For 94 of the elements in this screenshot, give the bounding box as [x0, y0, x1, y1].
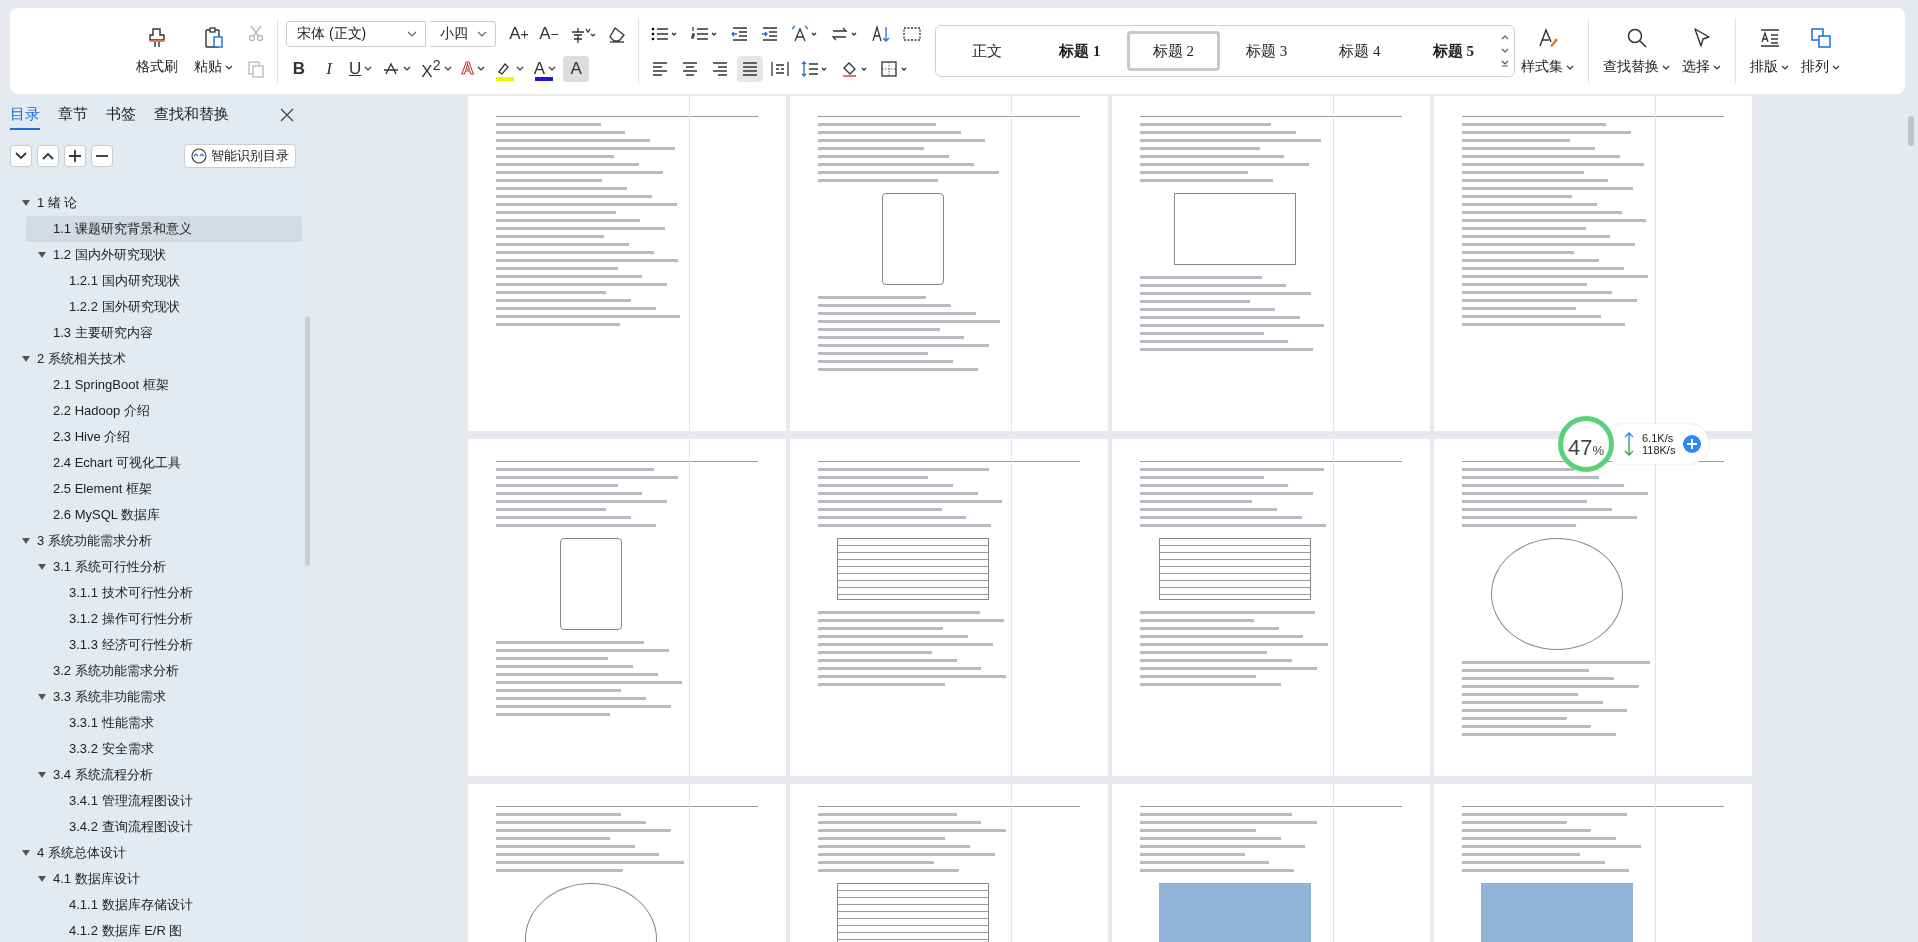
scrollbar-thumb[interactable] — [305, 316, 310, 566]
toc-item[interactable]: 2.4 Echart 可视化工具 — [0, 450, 302, 476]
sidebar-tab[interactable]: 查找和替换 — [154, 100, 229, 130]
sidebar-tab[interactable]: 书签 — [106, 100, 136, 130]
toc-item[interactable]: 4 系统总体设计 — [0, 840, 302, 866]
expand-triangle-icon[interactable] — [38, 252, 46, 258]
expand-triangle-icon[interactable] — [22, 538, 30, 544]
style-preset[interactable]: 标题 5 — [1406, 31, 1500, 71]
sidebar-tab[interactable]: 章节 — [58, 100, 88, 130]
caret-icon — [1781, 64, 1789, 70]
format-painter-button[interactable]: 格式刷 — [130, 22, 184, 80]
style-preset[interactable]: 标题 3 — [1220, 31, 1314, 71]
smart-recognize-icon — [191, 148, 207, 164]
toc-item[interactable]: 3.4 系统流程分析 — [0, 762, 302, 788]
toc-item[interactable]: 2.6 MySQL 数据库 — [0, 502, 302, 528]
toc-item[interactable]: 3.4.1 管理流程图设计 — [0, 788, 302, 814]
sidebar-tab[interactable]: 目录 — [10, 100, 40, 130]
toc-item[interactable]: 2.1 SpringBoot 框架 — [0, 372, 302, 398]
toc-item[interactable]: 1.2.2 国外研究现状 — [0, 294, 302, 320]
bold-button[interactable]: B — [286, 55, 312, 82]
expand-button[interactable] — [37, 145, 59, 167]
chevron-down-icon — [15, 152, 27, 160]
superscript-button[interactable]: X$^{2}$ — [418, 55, 455, 82]
collapse-button[interactable] — [10, 145, 32, 167]
expand-triangle-icon[interactable] — [38, 564, 46, 570]
expand-triangle-icon[interactable] — [22, 850, 30, 856]
underline-button[interactable]: U — [346, 55, 376, 82]
expand-triangle-icon[interactable] — [38, 772, 46, 778]
toc-item[interactable]: 3.1 系统可行性分析 — [0, 554, 302, 580]
toc-item[interactable]: 4.1.1 数据库存储设计 — [0, 892, 302, 918]
style-preset[interactable]: 标题 2 — [1126, 31, 1220, 71]
toc-item[interactable]: 3.1.3 经济可行性分析 — [0, 632, 302, 658]
toc-item[interactable]: 2.3 Hive 介绍 — [0, 424, 302, 450]
remove-button[interactable] — [91, 145, 113, 167]
smart-toc-button[interactable]: 智能识别目录 — [184, 144, 296, 168]
toc-item[interactable]: 2.5 Element 框架 — [0, 476, 302, 502]
italic-button[interactable]: I — [316, 55, 342, 82]
toc-item[interactable]: 3.3.1 性能需求 — [0, 710, 302, 736]
close-icon[interactable] — [280, 108, 294, 122]
font-color-button[interactable]: A — [530, 55, 560, 82]
expand-triangle-icon[interactable] — [38, 876, 46, 882]
font-family-dropdown[interactable]: 宋体 (正文) — [286, 20, 426, 47]
toc-item[interactable]: 1.1 课题研究背景和意义 — [26, 216, 302, 242]
toc-item[interactable]: 2.2 Hadoop 介绍 — [0, 398, 302, 424]
toc-item[interactable]: 2 系统相关技术 — [0, 346, 302, 372]
effect-button[interactable]: A — [458, 55, 488, 82]
caret-icon — [1832, 64, 1840, 70]
plus-icon[interactable] — [1683, 435, 1702, 453]
find-replace-button[interactable]: 查找替换 — [1597, 22, 1676, 80]
copy-icon — [246, 59, 266, 79]
expand-triangle-icon[interactable] — [22, 200, 30, 206]
expand-triangle-icon[interactable] — [38, 694, 46, 700]
caret-icon — [1662, 64, 1670, 70]
chevron-down-icon — [477, 30, 487, 37]
stacked-squares-icon — [1808, 26, 1833, 50]
style-preset[interactable]: 正文 — [940, 31, 1034, 71]
caret-icon — [1566, 64, 1574, 70]
toc-item[interactable]: 1.2 国内外研究现状 — [0, 242, 302, 268]
toc-item[interactable]: 4.1.2 数据库 E/R 图 — [0, 918, 302, 942]
toc-item[interactable]: 3.2 系统功能需求分析 — [0, 658, 302, 684]
chevron-down-icon — [407, 30, 417, 37]
caret-icon — [1713, 64, 1721, 70]
toc-item[interactable]: 3.3.2 安全需求 — [0, 736, 302, 762]
toc-item[interactable]: 3.4.2 查询流程图设计 — [0, 814, 302, 840]
toc-item[interactable]: 1.2.1 国内研究现状 — [0, 268, 302, 294]
scrollbar-thumb[interactable] — [1908, 116, 1914, 146]
paste-button[interactable]: 粘贴 — [188, 22, 239, 80]
upload-speed: 6.1K/s — [1642, 432, 1674, 444]
toc-item[interactable]: 4.1 数据库设计 — [0, 866, 302, 892]
font-size-dropdown[interactable]: 小四 — [430, 20, 496, 47]
toc-item[interactable]: 3.1.2 操作可行性分析 — [0, 606, 302, 632]
style-set-button[interactable]: 样式集 — [1515, 22, 1580, 80]
download-arrow-icon — [1624, 444, 1634, 456]
toc-item[interactable]: 1.3 主要研究内容 — [0, 320, 302, 346]
caret-icon — [225, 64, 233, 70]
plus-icon — [69, 150, 81, 162]
justify-button[interactable] — [737, 55, 763, 82]
shading-button[interactable]: A — [563, 55, 590, 82]
toc-item[interactable]: 1 绪 论 — [0, 190, 302, 216]
style-preset[interactable]: 标题 4 — [1313, 31, 1407, 71]
toc-item[interactable]: 3.3 系统非功能需求 — [0, 684, 302, 710]
style-preset[interactable]: 标题 1 — [1033, 31, 1127, 71]
select-button[interactable]: 选择 — [1676, 22, 1727, 80]
download-speed: 118K/s — [1642, 444, 1676, 456]
expand-triangle-icon[interactable] — [22, 356, 30, 362]
sort-icon — [870, 23, 892, 44]
scissors-icon — [246, 23, 266, 43]
toc-item[interactable]: 3 系统功能需求分析 — [0, 528, 302, 554]
chevron-up-icon — [42, 152, 54, 160]
arrange-button[interactable]: 排列 — [1795, 22, 1846, 80]
upload-arrow-icon — [1624, 432, 1634, 444]
toc-item[interactable]: 3.1.1 技术可行性分析 — [0, 580, 302, 606]
add-button[interactable] — [64, 145, 86, 167]
layout-button[interactable]: 排版 — [1744, 22, 1795, 80]
